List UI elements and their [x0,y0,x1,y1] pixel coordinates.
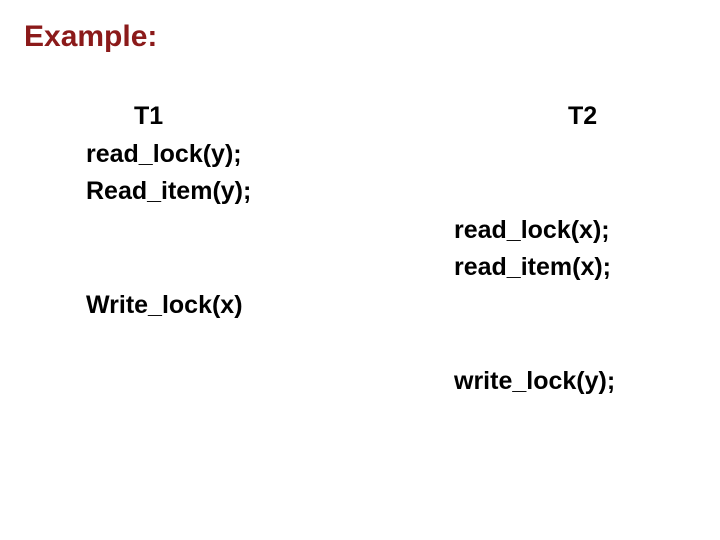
spacer [454,136,615,212]
t2-line-2: write_lock(y); [454,363,615,401]
t2-line-1: read_item(x); [454,249,615,287]
spacer [86,211,251,287]
slide: Example: T1 read_lock(y); Read_item(y); … [0,0,720,540]
column-t1: T1 read_lock(y); Read_item(y); Write_loc… [86,98,251,324]
slide-title: Example: [24,20,696,54]
t2-header: T2 [568,98,615,136]
spacer [454,287,615,363]
t1-line-0: read_lock(y); [86,136,251,174]
t2-line-0: read_lock(x); [454,212,615,250]
t1-line-1: Read_item(y); [86,173,251,211]
column-t2: T2 read_lock(x); read_item(x); write_loc… [454,98,615,400]
t1-line-2: Write_lock(x) [86,287,251,325]
t1-header: T1 [134,98,251,136]
